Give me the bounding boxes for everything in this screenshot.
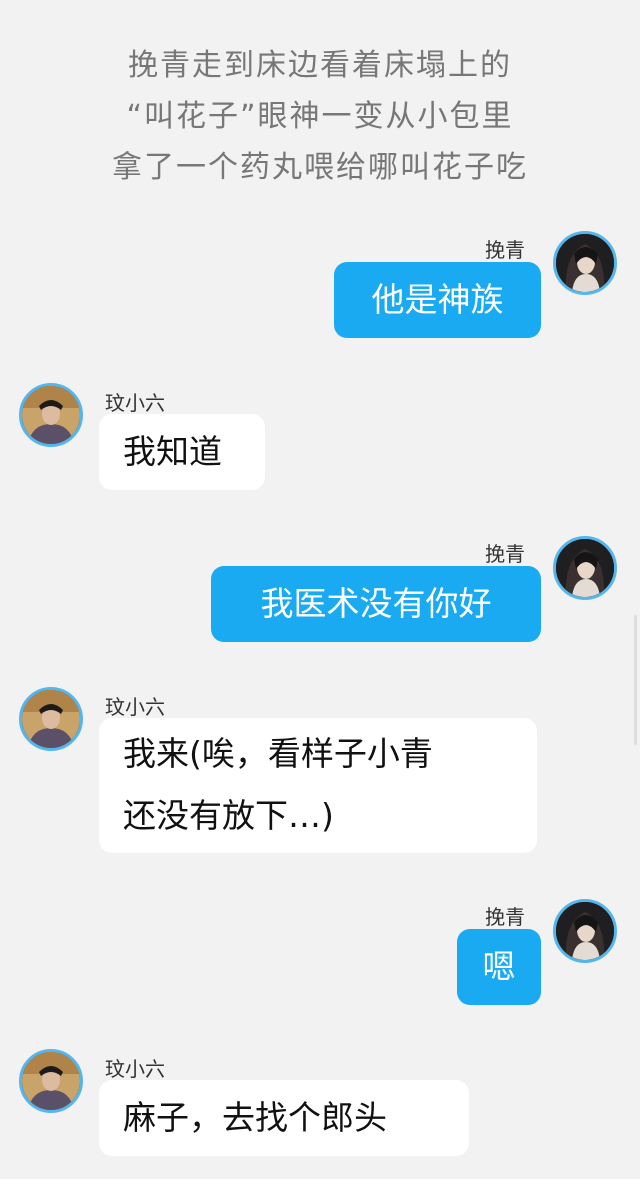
message-text: 还没有放下…) <box>123 796 334 835</box>
sender-name: 挽青 <box>485 905 525 929</box>
xiaoliu-avatar[interactable] <box>19 1049 83 1113</box>
message-text: 我知道 <box>123 432 222 471</box>
sender-name: 玟小六 <box>105 391 165 415</box>
wanqing-avatar[interactable] <box>553 231 617 295</box>
message-bubble[interactable]: 我来(唉，看样子小青 还没有放下…) <box>99 718 537 853</box>
message-text: 我医术没有你好 <box>260 584 492 623</box>
message-bubble[interactable]: 我知道 <box>99 414 265 490</box>
wanqing-avatar[interactable] <box>553 899 617 963</box>
narration-text: 挽青走到床边看着床塌上的 “叫花子”眼神一变从小包里 拿了一个药丸喂给哪叫花子吃 <box>0 40 640 193</box>
message-bubble[interactable]: 麻子，去找个郎头 <box>99 1080 469 1156</box>
xiaoliu-avatar[interactable] <box>19 383 83 447</box>
sender-name: 玟小六 <box>105 695 165 719</box>
message-bubble[interactable]: 我医术没有你好 <box>211 566 541 642</box>
message-text: 麻子，去找个郎头 <box>123 1098 387 1137</box>
wanqing-avatar[interactable] <box>553 536 617 600</box>
narration-line: “叫花子”眼神一变从小包里 <box>126 99 514 134</box>
message-text: 我来(唉，看样子小青 <box>123 734 433 773</box>
message-text: 他是神族 <box>371 280 504 319</box>
scrollbar[interactable] <box>634 615 637 745</box>
sender-name: 玟小六 <box>105 1057 165 1081</box>
sender-name: 挽青 <box>485 542 525 566</box>
message-text: 嗯 <box>482 947 516 986</box>
narration-line: 拿了一个药丸喂给哪叫花子吃 <box>112 150 528 185</box>
xiaoliu-avatar[interactable] <box>19 687 83 751</box>
sender-name: 挽青 <box>485 238 525 262</box>
message-bubble[interactable]: 他是神族 <box>334 262 541 338</box>
message-bubble[interactable]: 嗯 <box>457 929 541 1005</box>
narration-line: 挽青走到床边看着床塌上的 <box>128 48 512 83</box>
